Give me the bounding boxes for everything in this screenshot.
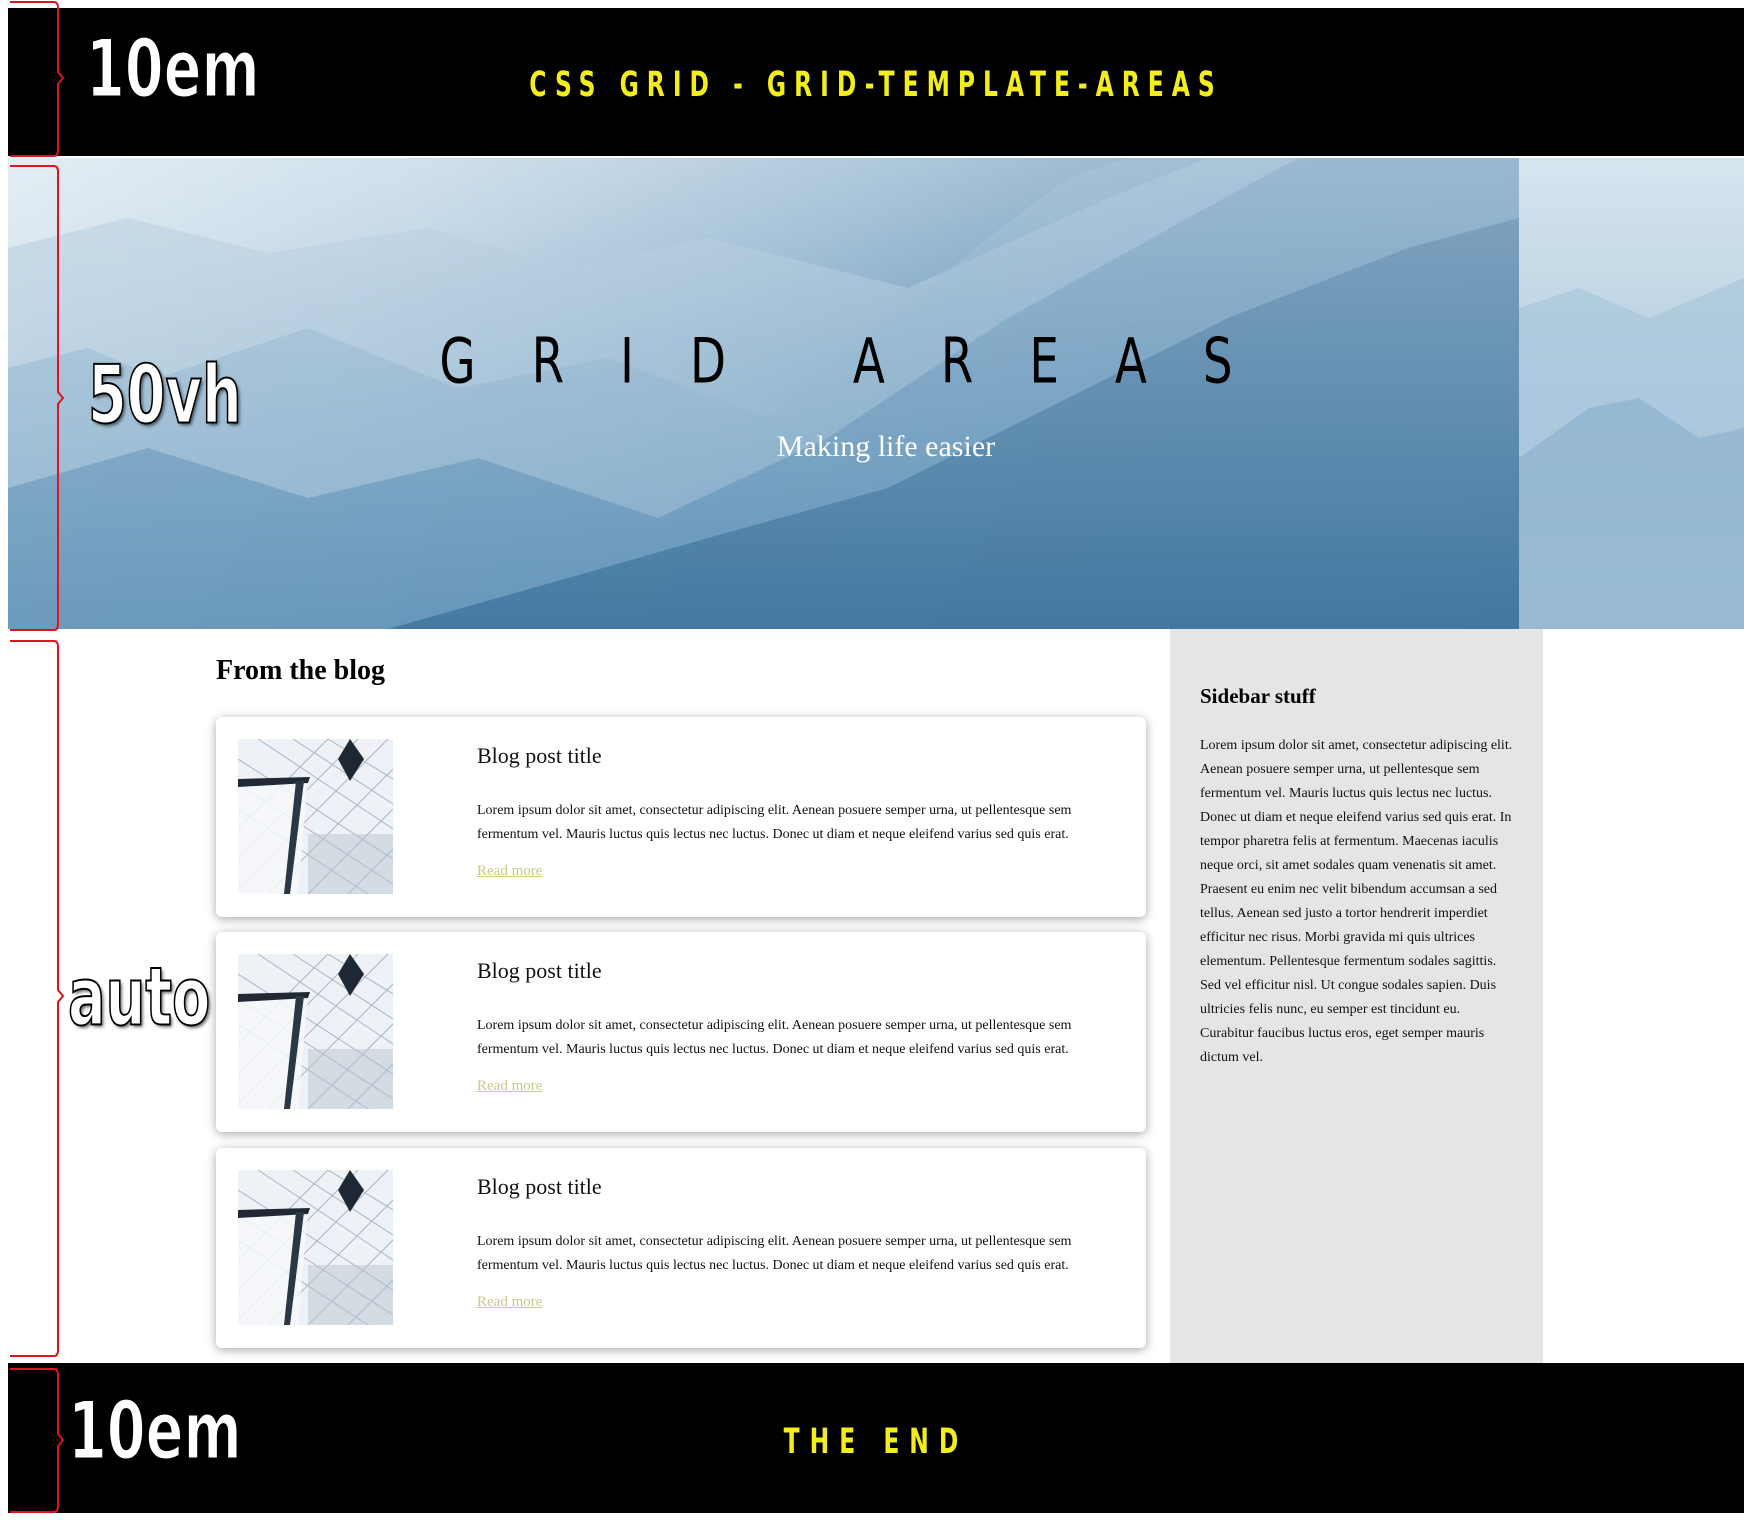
site-footer: THE END xyxy=(8,1363,1744,1513)
post-excerpt: Lorem ipsum dolor sit amet, consectetur … xyxy=(477,803,1072,842)
post-excerpt: Lorem ipsum dolor sit amet, consectetur … xyxy=(477,1018,1072,1057)
post-title: Blog post title xyxy=(477,1174,602,1199)
sidebar: Sidebar stuff Lorem ipsum dolor sit amet… xyxy=(1170,629,1543,1363)
sidebar-text: Lorem ipsum dolor sit amet, consectetur … xyxy=(1200,738,1513,1065)
header-title: CSS GRID - GRID-TEMPLATE-AREAS xyxy=(529,64,1223,106)
hero-title: GRID AREAS xyxy=(439,326,1289,398)
read-more-link[interactable]: Read more xyxy=(477,1078,542,1095)
footer-text: THE END xyxy=(783,1421,969,1463)
header-size-label: 10em xyxy=(85,20,260,117)
post-title: Blog post title xyxy=(477,743,602,768)
post-title: Blog post title xyxy=(477,958,602,983)
main-size-label: auto xyxy=(67,948,211,1045)
hero-tagline: Making life easier xyxy=(776,430,996,463)
post-excerpt: Lorem ipsum dolor sit amet, consectetur … xyxy=(477,1234,1072,1273)
footer-size-label: 10em xyxy=(67,1382,242,1479)
post-thumbnail-image xyxy=(238,739,393,894)
blog-post-card: Blog post title Lorem ipsum dolor sit am… xyxy=(216,717,1146,917)
read-more-link[interactable]: Read more xyxy=(477,1294,542,1311)
read-more-link[interactable]: Read more xyxy=(477,863,542,880)
blog-post-card: Blog post title Lorem ipsum dolor sit am… xyxy=(216,932,1146,1132)
blog-heading: From the blog xyxy=(216,655,386,686)
post-thumbnail-image xyxy=(238,1170,393,1325)
hero-size-label: 50vh xyxy=(87,346,242,443)
site-header: CSS GRID - GRID-TEMPLATE-AREAS xyxy=(8,8,1744,156)
sidebar-title: Sidebar stuff xyxy=(1200,684,1316,708)
main-brace xyxy=(10,640,65,1357)
post-thumbnail-image xyxy=(238,954,393,1109)
blog-post-card: Blog post title Lorem ipsum dolor sit am… xyxy=(216,1148,1146,1348)
